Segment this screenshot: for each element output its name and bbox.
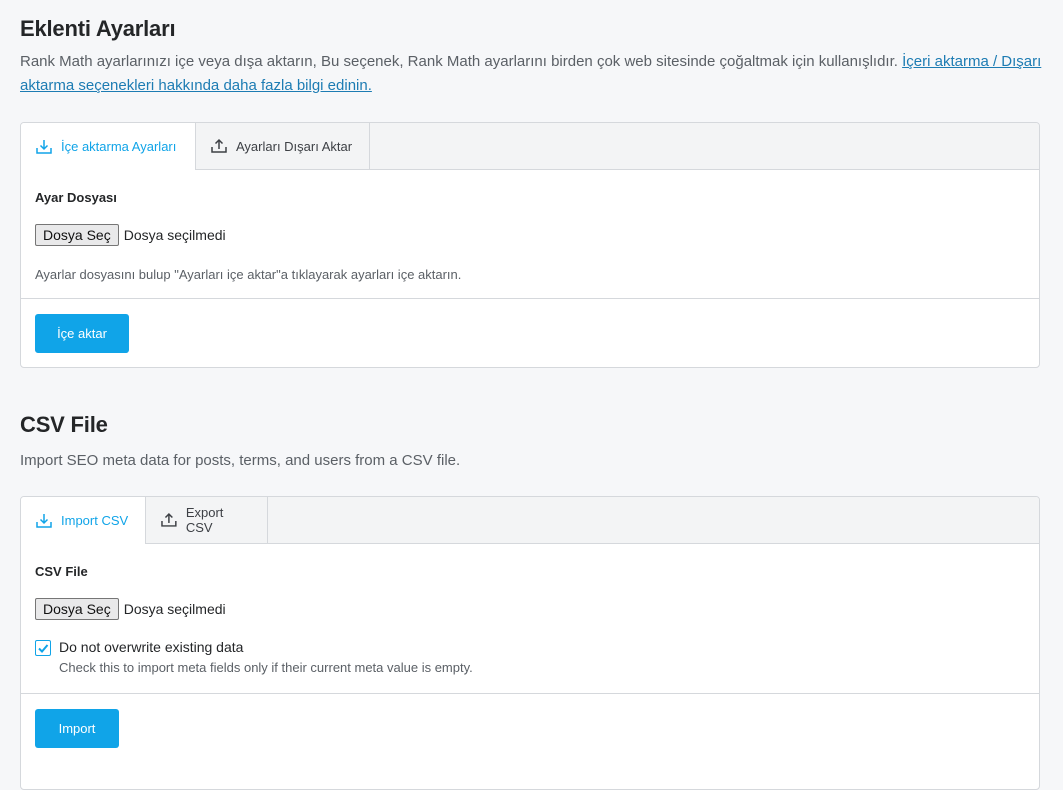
file-status: Dosya seçilmedi (123, 601, 226, 617)
upload-icon (161, 513, 177, 527)
settings-description-text: Rank Math ayarlarınızı içe veya dışa akt… (20, 53, 903, 70)
upload-icon (211, 138, 227, 153)
settings-description: Rank Math ayarlarınızı içe veya dışa akt… (20, 50, 1050, 98)
checkmark-icon (38, 644, 49, 653)
settings-tabs: İçe aktarma Ayarları Ayarları Dışarı Akt… (21, 123, 1039, 170)
tab-export-settings[interactable]: Ayarları Dışarı Aktar (196, 123, 370, 169)
file-input[interactable]: Dosya Seç Dosya seçilmedi (35, 598, 226, 620)
tab-export-csv[interactable]: Export CSV (146, 497, 268, 543)
tab-import-csv[interactable]: Import CSV (21, 497, 146, 544)
tab-label: Import CSV (61, 513, 129, 528)
file-input[interactable]: Dosya Seç Dosya seçilmedi (35, 224, 226, 246)
settings-panel: İçe aktarma Ayarları Ayarları Dışarı Akt… (20, 122, 1040, 368)
field-hint: Ayarlar dosyasını bulup "Ayarları içe ak… (35, 267, 462, 282)
csv-title: CSV File (20, 412, 108, 437)
tab-label: Ayarları Dışarı Aktar (236, 138, 353, 154)
tab-label: İçe aktarma Ayarları (61, 139, 177, 154)
checkbox-label[interactable]: Do not overwrite existing data (59, 639, 473, 655)
csv-footer: Import (21, 693, 1039, 789)
download-icon (36, 513, 52, 528)
overwrite-option: Do not overwrite existing data Check thi… (35, 639, 473, 675)
file-status: Dosya seçilmedi (123, 227, 226, 243)
field-label: CSV File (35, 564, 88, 579)
tab-label: Export CSV (185, 505, 224, 535)
csv-tabs: Import CSV Export CSV (21, 497, 1039, 544)
csv-panel: Import CSV Export CSV CSV File Dosya Seç… (20, 496, 1040, 790)
import-settings-button[interactable]: İçe aktar (35, 314, 129, 353)
download-icon (36, 139, 52, 154)
tab-import-settings[interactable]: İçe aktarma Ayarları (21, 123, 196, 170)
overwrite-checkbox[interactable] (35, 640, 51, 656)
checkbox-hint: Check this to import meta fields only if… (59, 660, 473, 675)
csv-description: Import SEO meta data for posts, terms, a… (20, 452, 461, 469)
settings-footer: İçe aktar (21, 298, 1039, 367)
choose-file-button[interactable]: Dosya Seç (35, 598, 119, 620)
import-csv-button[interactable]: Import (35, 709, 119, 748)
choose-file-button[interactable]: Dosya Seç (35, 224, 119, 246)
settings-title: Eklenti Ayarları (20, 16, 176, 41)
field-label: Ayar Dosyası (35, 190, 117, 205)
